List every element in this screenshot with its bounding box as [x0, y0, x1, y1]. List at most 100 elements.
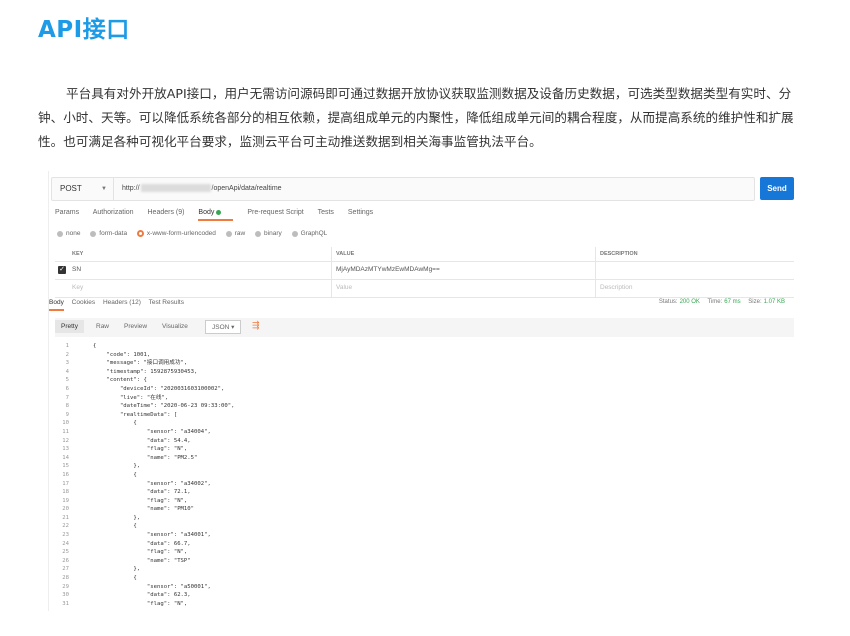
code-text: "content": { — [93, 377, 147, 384]
tab-settings[interactable]: Settings — [348, 209, 373, 216]
method-label: POST — [60, 184, 82, 193]
line-number: 30 — [62, 592, 69, 599]
radio-icon — [57, 230, 63, 237]
line-number: 15 — [62, 463, 69, 470]
radio-binary[interactable]: binary — [255, 230, 282, 237]
wrap-lines-icon[interactable]: ⇶ — [252, 320, 260, 331]
line-number: 10 — [62, 420, 69, 427]
line-number: 19 — [62, 497, 69, 504]
col-key: KEY — [72, 251, 84, 257]
line-number: 25 — [62, 549, 69, 556]
code-text: "dateTime": "2020-06-23 09:33:00", — [93, 403, 235, 410]
code-line: 6 "deviceId": "2020031603100002", — [53, 385, 794, 394]
line-number: 2 — [65, 351, 69, 358]
method-select[interactable]: POST ▼ — [52, 178, 114, 200]
code-line: 28 { — [53, 574, 794, 583]
code-line: 2 "code": 1001, — [53, 351, 794, 360]
description-placeholder[interactable]: Description — [600, 284, 633, 291]
code-line: 18 "data": 72.1, — [53, 488, 794, 497]
radio-form-data[interactable]: form-data — [90, 230, 127, 237]
tab-body-label: Body — [198, 209, 215, 216]
line-number: 28 — [62, 575, 69, 582]
code-line: 30 "data": 62.3, — [53, 591, 794, 600]
code-text: "flag": "N", — [93, 549, 188, 556]
postman-screenshot: POST ▼ http:// /openApi/data/realtime Sen… — [48, 171, 794, 611]
view-visualize[interactable]: Visualize — [162, 323, 188, 330]
code-text: "realtimeData": [ — [93, 411, 178, 418]
code-text: "data": 62.3, — [93, 592, 191, 599]
request-url-bar: POST ▼ http:// /openApi/data/realtime — [51, 177, 755, 201]
radio-raw[interactable]: raw — [225, 230, 245, 237]
line-number: 5 — [65, 377, 69, 384]
code-text: { — [93, 575, 137, 582]
code-line: 21 }, — [53, 514, 794, 523]
line-number: 12 — [62, 437, 69, 444]
tab-params[interactable]: Params — [55, 209, 79, 216]
code-text: "data": 72.1, — [93, 489, 191, 496]
time-value: 67 ms — [724, 299, 741, 305]
code-line: 31 "flag": "N", — [53, 600, 794, 609]
code-text: "live": "在线", — [93, 394, 169, 401]
response-status: Status: 200 OK Time: 67 ms Size: 1.07 KB — [659, 299, 791, 305]
key-placeholder[interactable]: Key — [72, 284, 83, 291]
code-line: 26 "name": "TSP" — [53, 557, 794, 566]
tab-body[interactable]: Body — [198, 209, 234, 221]
param-value[interactable]: MjAyMDAzMTYwMzEwMDAwMg== — [336, 266, 440, 273]
code-line: 7 "live": "在线", — [53, 394, 794, 403]
line-number: 14 — [62, 454, 69, 461]
url-input[interactable]: http:// /openApi/data/realtime — [122, 178, 282, 200]
response-code: 1{2 "code": 1001, 3 "message": "接口调用成功", 4… — [53, 342, 794, 608]
tab-authorization[interactable]: Authorization — [93, 209, 134, 216]
line-number: 20 — [62, 506, 69, 513]
code-text: { — [93, 471, 137, 478]
time-label: Time: — [707, 299, 723, 305]
line-number: 11 — [62, 428, 69, 435]
radio-none[interactable]: none — [57, 230, 80, 237]
code-text: "name": "PM10" — [93, 506, 195, 513]
tab-headers[interactable]: Headers (9) — [148, 209, 185, 216]
checkbox-checked-icon[interactable]: ✓ — [58, 266, 66, 274]
send-button[interactable]: Send — [760, 177, 794, 200]
tab-response-headers[interactable]: Headers (12) — [103, 299, 141, 306]
line-number: 7 — [65, 394, 69, 401]
response-view-bar: Pretty Raw Preview Visualize JSON ▾ ⇶ — [55, 318, 794, 337]
radio-label: GraphQL — [300, 230, 328, 238]
code-text: { — [93, 343, 97, 349]
redacted-host — [140, 184, 211, 193]
value-placeholder[interactable]: Value — [336, 284, 352, 291]
format-label: JSON — [212, 324, 230, 331]
tab-test-results[interactable]: Test Results — [149, 299, 184, 306]
code-line: 25 "flag": "N", — [53, 548, 794, 557]
tab-cookies[interactable]: Cookies — [72, 299, 95, 306]
url-path: /openApi/data/realtime — [211, 185, 282, 192]
response-tabs: Body Cookies Headers (12) Test Results S… — [49, 299, 794, 311]
radio-label: binary — [264, 230, 282, 238]
code-text: }, — [93, 566, 141, 573]
code-text: "flag": "N", — [93, 497, 188, 504]
view-pretty[interactable]: Pretty — [55, 320, 84, 333]
radio-icon — [255, 230, 262, 237]
tab-tests[interactable]: Tests — [318, 209, 334, 216]
radio-urlencoded[interactable]: x-www-form-urlencoded — [136, 230, 216, 237]
request-tabs: Params Authorization Headers (9) Body Pr… — [55, 209, 385, 221]
tab-pre-request-script[interactable]: Pre-request Script — [247, 209, 303, 216]
line-number: 4 — [65, 368, 69, 375]
radio-label: form-data — [99, 230, 128, 238]
view-raw[interactable]: Raw — [96, 323, 109, 330]
line-number: 22 — [62, 523, 69, 530]
param-key[interactable]: SN — [72, 266, 81, 273]
radio-selected-icon — [136, 230, 144, 237]
code-text: "data": 66.7, — [93, 540, 191, 547]
code-line: 11 "sensor": "a34004", — [53, 428, 794, 437]
view-preview[interactable]: Preview — [124, 323, 147, 330]
code-line: 3 "message": "接口调用成功", — [53, 359, 794, 368]
radio-icon — [291, 230, 298, 237]
code-line: 1{ — [53, 342, 794, 351]
line-number: 1 — [65, 343, 69, 349]
line-number: 29 — [62, 583, 69, 590]
radio-graphql[interactable]: GraphQL — [291, 230, 328, 238]
code-line: 15 }, — [53, 462, 794, 471]
tab-response-body[interactable]: Body — [49, 299, 64, 311]
code-line: 8 "dateTime": "2020-06-23 09:33:00", — [53, 402, 794, 411]
format-select[interactable]: JSON ▾ — [205, 320, 242, 334]
